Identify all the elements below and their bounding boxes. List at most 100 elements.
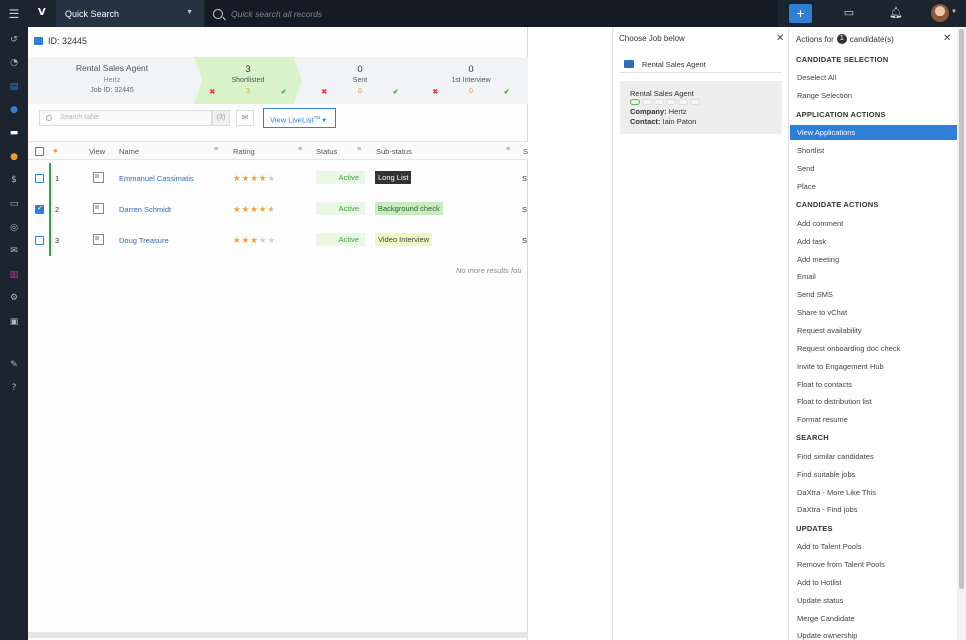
action-add-hotlist[interactable]: Add to Hotlist bbox=[797, 578, 842, 587]
rejected-icon[interactable]: ✖ bbox=[321, 88, 327, 96]
preview-icon[interactable] bbox=[93, 203, 104, 214]
add-new-button[interactable]: + bbox=[789, 4, 812, 23]
action-deselect-all[interactable]: Deselect All bbox=[797, 73, 836, 82]
action-float-contacts[interactable]: Float to contacts bbox=[797, 380, 852, 389]
hamburger-menu-icon[interactable]: ☰ bbox=[0, 0, 28, 27]
action-send-sms[interactable]: Send SMS bbox=[797, 290, 833, 299]
horizontal-scrollbar[interactable] bbox=[28, 632, 528, 638]
rating-stars[interactable]: ★★★★★ bbox=[233, 204, 276, 215]
reports-icon[interactable]: ▥ bbox=[0, 266, 28, 284]
placements-icon[interactable]: ▭ bbox=[0, 195, 28, 213]
action-find-suitable-jobs[interactable]: Find suitable jobs bbox=[797, 470, 855, 479]
settings-icon[interactable]: ⚙ bbox=[0, 289, 28, 307]
column-view[interactable]: View bbox=[89, 147, 105, 156]
tasks-icon[interactable]: ◎ bbox=[0, 219, 28, 237]
help-icon[interactable]: ? bbox=[0, 379, 28, 397]
rating-stars[interactable]: ★★★★★ bbox=[233, 173, 276, 184]
close-icon[interactable]: ✕ bbox=[943, 33, 951, 44]
action-daxtra-find-jobs[interactable]: DaXtra - Find jobs bbox=[797, 505, 857, 514]
jobs-icon[interactable]: ▬ bbox=[0, 124, 28, 142]
action-view-applications[interactable]: View Applications bbox=[790, 125, 957, 140]
action-update-status[interactable]: Update status bbox=[797, 596, 843, 605]
rating-stars[interactable]: ★★★★★ bbox=[233, 235, 276, 246]
notes-icon[interactable]: ▤ bbox=[0, 78, 28, 96]
pipeline-job-summary[interactable]: Rental Sales Agent Hertz Job ID: 32445 bbox=[28, 57, 196, 104]
candidate-name-link[interactable]: Doug Treasure bbox=[119, 236, 169, 245]
column-name[interactable]: Name bbox=[119, 147, 139, 156]
action-range-selection[interactable]: Range Selection bbox=[797, 91, 852, 100]
accepted-icon[interactable]: ✔ bbox=[281, 88, 287, 96]
filter-icon[interactable]: ≡ bbox=[298, 146, 305, 153]
action-share-vchat[interactable]: Share to vChat bbox=[797, 308, 847, 317]
preview-icon[interactable] bbox=[93, 172, 104, 183]
substatus-badge[interactable]: Video Interview bbox=[375, 233, 433, 246]
contacts-icon[interactable]: ● bbox=[0, 101, 28, 119]
user-avatar[interactable] bbox=[931, 4, 949, 22]
column-status[interactable]: Status bbox=[316, 147, 337, 156]
action-remove-talent-pools[interactable]: Remove from Talent Pools bbox=[797, 560, 885, 569]
accepted-icon[interactable]: ✔ bbox=[393, 88, 399, 96]
action-add-talent-pools[interactable]: Add to Talent Pools bbox=[797, 542, 862, 551]
filter-icon[interactable]: ≡ bbox=[357, 146, 364, 153]
action-email[interactable]: Email bbox=[797, 272, 816, 281]
substatus-badge[interactable]: Long List bbox=[375, 171, 412, 184]
mail-icon[interactable]: ✉ bbox=[0, 242, 28, 260]
table-row[interactable]: 3 Doug Treasure ★★★★★ Active Video Inter… bbox=[28, 225, 528, 256]
vertical-scrollbar[interactable] bbox=[957, 27, 966, 640]
preview-icon[interactable] bbox=[93, 234, 104, 245]
courses-icon[interactable]: ▣ bbox=[0, 313, 28, 331]
candidates-icon[interactable]: ● bbox=[0, 148, 28, 166]
stage-shortlisted[interactable]: 3 Shortlisted ✖ 3 ✔ bbox=[194, 57, 302, 104]
quick-search-dropdown[interactable]: Quick Search ▼ bbox=[56, 0, 204, 27]
candidate-name-link[interactable]: Darren Schmidt bbox=[119, 205, 171, 214]
action-shortlist[interactable]: Shortlist bbox=[797, 146, 824, 155]
action-update-ownership[interactable]: Update ownership bbox=[797, 631, 857, 640]
app-logo[interactable]: V bbox=[38, 7, 54, 20]
action-invite-engagement-hub[interactable]: Invite to Engagement Hub bbox=[797, 362, 884, 371]
history-icon[interactable]: ↺ bbox=[0, 31, 28, 49]
global-search-input[interactable] bbox=[231, 8, 731, 19]
action-float-distribution-list[interactable]: Float to distribution list bbox=[797, 397, 872, 406]
pending-count[interactable]: 3 bbox=[246, 88, 250, 96]
chat-icon[interactable]: ▭ bbox=[842, 6, 856, 20]
job-result-card[interactable]: Rental Sales Agent Company: Hertz Contac… bbox=[620, 81, 782, 134]
pending-count[interactable]: 0 bbox=[358, 88, 362, 96]
job-search-input[interactable]: Rental Sales Agent bbox=[619, 56, 782, 73]
table-search-input[interactable]: Search table bbox=[39, 110, 212, 126]
filter-icon[interactable]: ≡ bbox=[214, 146, 221, 153]
row-checkbox[interactable] bbox=[35, 204, 44, 214]
column-rating[interactable]: Rating bbox=[233, 147, 255, 156]
action-place[interactable]: Place bbox=[797, 182, 816, 191]
action-request-onboarding-check[interactable]: Request onboarding doc check bbox=[797, 344, 900, 353]
action-merge-candidate[interactable]: Merge Candidate bbox=[797, 614, 855, 623]
column-extra[interactable]: S bbox=[523, 147, 528, 156]
bell-icon[interactable]: 🔔︎ bbox=[889, 6, 903, 20]
scrollbar-thumb[interactable] bbox=[959, 29, 964, 589]
stage-sent[interactable]: 0 Sent ✖ 0 ✔ bbox=[306, 57, 414, 104]
action-request-availability[interactable]: Request availability bbox=[797, 326, 862, 335]
row-checkbox[interactable] bbox=[35, 174, 44, 183]
action-daxtra-more-like-this[interactable]: DaXtra - More Like This bbox=[797, 488, 876, 497]
filter-icon[interactable]: ≡ bbox=[506, 146, 513, 153]
stage-1st-interview[interactable]: 0 1st Interview ✖ 0 ✔ bbox=[417, 57, 525, 104]
pending-count[interactable]: 0 bbox=[469, 88, 473, 96]
row-checkbox[interactable] bbox=[35, 236, 44, 245]
view-livelist-button[interactable]: View LiveListTM ▾ bbox=[263, 108, 336, 128]
action-add-comment[interactable]: Add comment bbox=[797, 219, 843, 228]
action-add-task[interactable]: Add task bbox=[797, 237, 826, 246]
candidate-name-link[interactable]: Emmanuel Cassimatis bbox=[119, 174, 194, 183]
action-send[interactable]: Send bbox=[797, 164, 815, 173]
select-all-checkbox[interactable] bbox=[35, 147, 44, 156]
finance-icon[interactable]: $ bbox=[0, 171, 28, 189]
edit-icon[interactable]: ✎ bbox=[0, 356, 28, 374]
action-add-meeting[interactable]: Add meeting bbox=[797, 255, 839, 264]
action-find-similar-candidates[interactable]: Find similar candidates bbox=[797, 452, 874, 461]
rejected-icon[interactable]: ✖ bbox=[209, 88, 215, 96]
chevron-down-icon[interactable]: ▼ bbox=[951, 9, 957, 15]
accepted-icon[interactable]: ✔ bbox=[504, 88, 510, 96]
rejected-icon[interactable]: ✖ bbox=[432, 88, 438, 96]
email-icon[interactable]: ✉ bbox=[236, 110, 254, 126]
table-row[interactable]: 2 Darren Schmidt ★★★★★ Active Background… bbox=[28, 194, 528, 225]
column-substatus[interactable]: Sub-status bbox=[376, 147, 412, 156]
action-format-resume[interactable]: Format resume bbox=[797, 415, 848, 424]
